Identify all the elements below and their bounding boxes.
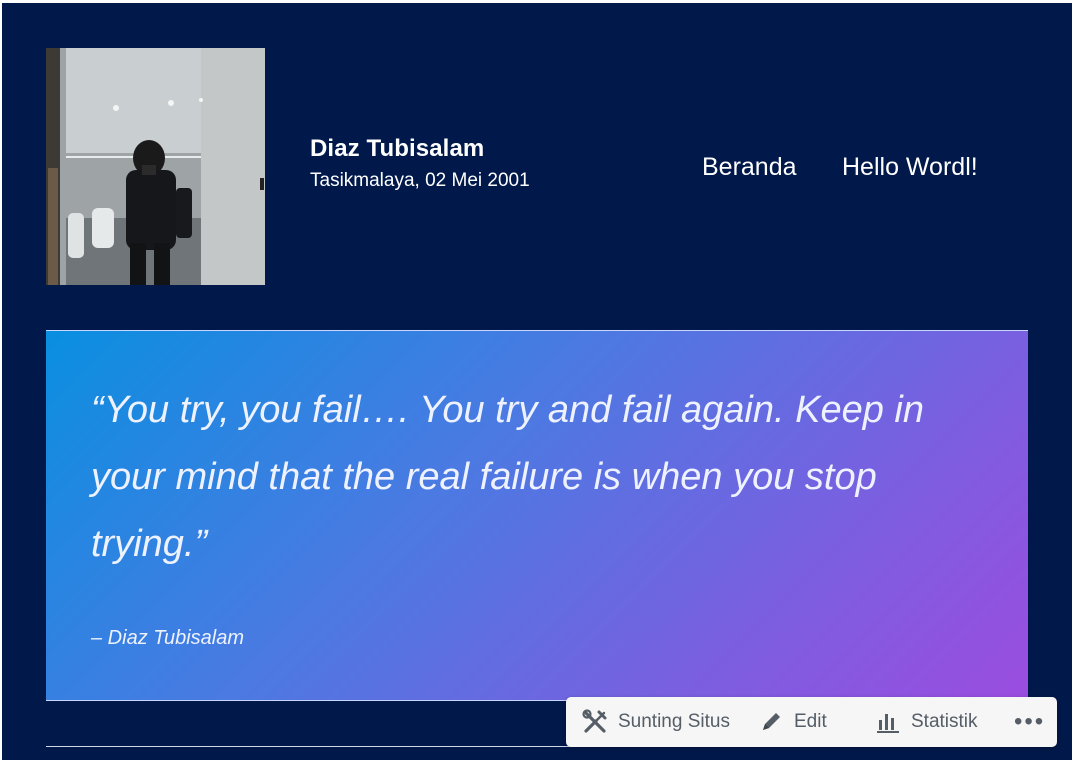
edit-site-label: Sunting Situs <box>618 711 730 732</box>
edit-post-label: Edit <box>794 711 827 732</box>
stats-button[interactable]: Statistik <box>875 697 978 747</box>
site-description: Tasikmalaya, 02 Mei 2001 <box>310 170 530 191</box>
stats-label: Statistik <box>911 711 978 732</box>
nav-item-hello-wordl[interactable]: Hello Wordl! <box>842 153 978 182</box>
profile-photo-icon <box>46 48 265 285</box>
tools-icon <box>582 709 608 735</box>
admin-bar: Sunting Situs Edit Statistik ••• <box>566 697 1057 747</box>
nav-item-beranda[interactable]: Beranda <box>702 153 797 182</box>
quote-block: “You try, you fail…. You try and fail ag… <box>46 330 1028 701</box>
more-icon: ••• <box>1014 708 1046 735</box>
bar-chart-icon <box>875 709 901 735</box>
pencil-icon <box>758 709 784 735</box>
more-button[interactable]: ••• <box>1014 697 1045 747</box>
page: Diaz Tubisalam Tasikmalaya, 02 Mei 2001 … <box>0 0 1073 760</box>
site-container: Diaz Tubisalam Tasikmalaya, 02 Mei 2001 … <box>2 3 1072 760</box>
quote-citation: – Diaz Tubisalam <box>91 627 245 649</box>
edit-post-button[interactable]: Edit <box>758 697 827 747</box>
site-title[interactable]: Diaz Tubisalam <box>310 135 484 163</box>
edit-site-button[interactable]: Sunting Situs <box>582 697 730 747</box>
quote-text: “You try, you fail…. You try and fail ag… <box>91 389 924 565</box>
avatar <box>46 48 265 285</box>
